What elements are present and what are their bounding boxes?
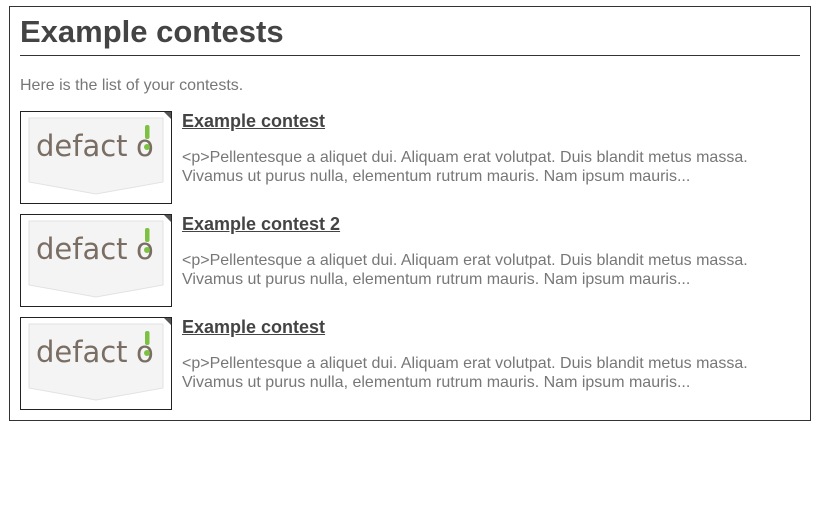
logo-exclamation-mark bbox=[145, 125, 150, 139]
intro-text: Here is the list of your contests. bbox=[20, 77, 244, 94]
logo-exclamation-mark bbox=[145, 331, 150, 345]
logo-exclamation-dot bbox=[144, 144, 150, 150]
page-title: Example contests bbox=[20, 14, 284, 49]
contest-item: defact o Example contest <p>Pellentesque… bbox=[20, 317, 800, 410]
contest-description: <p>Pellentesque a aliquet dui. Aliquam e… bbox=[182, 252, 748, 288]
logo-exclamation-dot bbox=[144, 350, 150, 356]
defacto-logo-image: defact o bbox=[28, 112, 171, 195]
contest-description: <p>Pellentesque a aliquet dui. Aliquam e… bbox=[182, 355, 748, 391]
logo-exclamation-dot bbox=[144, 247, 150, 253]
contest-thumbnail[interactable]: defact o bbox=[20, 111, 172, 204]
logo-text: defact bbox=[36, 232, 128, 266]
defacto-logo-image: defact o bbox=[28, 215, 171, 298]
contest-title-link[interactable]: Example contest bbox=[182, 317, 325, 338]
contest-item: defact o Example contest 2 <p>Pellentesq… bbox=[20, 214, 800, 307]
logo-text: defact bbox=[36, 129, 128, 163]
contest-description: <p>Pellentesque a aliquet dui. Aliquam e… bbox=[182, 149, 748, 185]
logo-text: defact bbox=[36, 335, 128, 369]
logo-exclamation-mark bbox=[145, 228, 150, 242]
title-divider bbox=[20, 55, 800, 56]
defacto-logo-image: defact o bbox=[28, 318, 171, 401]
contest-title-link[interactable]: Example contest 2 bbox=[182, 214, 340, 235]
contest-thumbnail[interactable]: defact o bbox=[20, 317, 172, 410]
contest-title-link[interactable]: Example contest bbox=[182, 111, 325, 132]
contests-panel: Example contests Here is the list of you… bbox=[9, 6, 811, 421]
contest-thumbnail[interactable]: defact o bbox=[20, 214, 172, 307]
contest-item: defact o Example contest <p>Pellentesque… bbox=[20, 111, 800, 204]
